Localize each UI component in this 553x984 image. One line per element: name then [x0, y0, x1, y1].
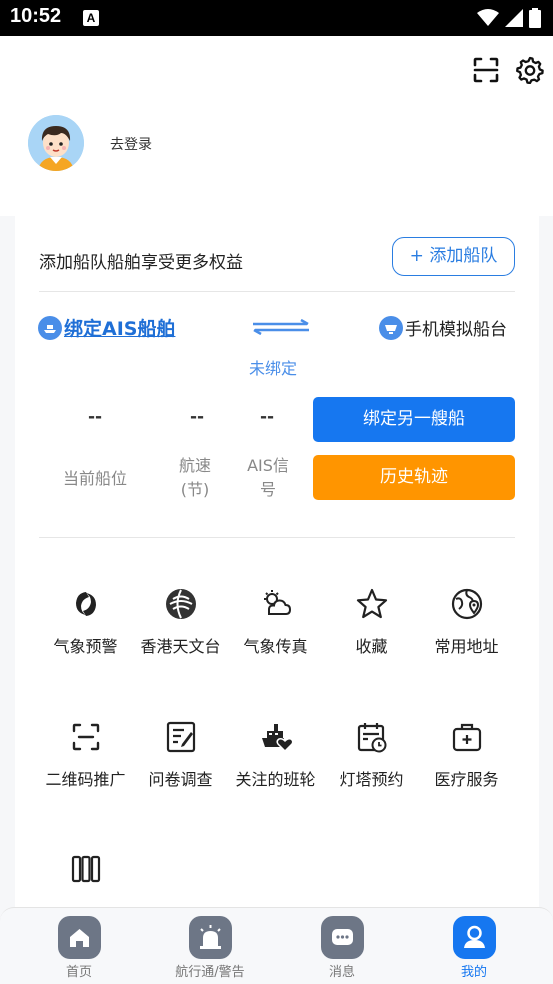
nav-home[interactable]: 首页 — [29, 916, 129, 980]
avatar-image — [28, 115, 84, 171]
status-time: 10:52 — [10, 5, 62, 27]
observatory-icon — [165, 589, 196, 619]
grid-item-survey[interactable]: 问卷调查 — [133, 720, 228, 790]
grid-item-weather-warning[interactable]: 气象预警 — [38, 587, 133, 657]
typhoon-icon — [75, 592, 96, 616]
speed-label: 航速 (节) — [178, 456, 211, 499]
status-bar: 10:52 A — [0, 0, 553, 36]
history-track-button[interactable]: 历史轨迹 — [313, 455, 515, 500]
grid-label: 二维码推广 — [45, 770, 126, 789]
nav-profile[interactable]: 我的 — [424, 916, 524, 980]
grid-item-followed-liners[interactable]: 关注的班轮 — [228, 720, 323, 790]
fleet-promo-text: 添加船队船舶享受更多权益 — [39, 253, 243, 273]
grid-item-more[interactable] — [38, 852, 133, 886]
grid-item-qrcode-promo[interactable]: 二维码推广 — [38, 720, 133, 790]
grid-label: 收藏 — [355, 637, 388, 656]
ais-signal-value: -- — [259, 407, 275, 427]
grid-label: 灯塔预约 — [339, 770, 404, 789]
link-arrows-icon — [253, 319, 309, 335]
nav-messages[interactable]: 消息 — [292, 916, 392, 980]
grid-item-common-address[interactable]: 常用地址 — [419, 587, 514, 657]
position-label: 当前船位 — [62, 469, 127, 488]
notification-icon: A — [83, 10, 99, 26]
divider — [39, 291, 515, 292]
speed-value: -- — [189, 407, 205, 427]
login-link[interactable]: 去登录 — [110, 134, 152, 154]
columns-icon — [71, 855, 100, 883]
bind-status: 未绑定 — [249, 359, 298, 378]
grid-label: 常用地址 — [434, 637, 499, 656]
gear-icon[interactable] — [516, 56, 544, 84]
profile-header — [0, 36, 553, 216]
add-fleet-button[interactable]: + 添加船队 — [392, 237, 515, 276]
grid-label: 问卷调查 — [148, 770, 213, 789]
ship-badge-icon — [38, 315, 62, 340]
qrcode-icon — [72, 723, 99, 751]
grid-label: 气象传真 — [243, 637, 308, 656]
status-icons — [477, 8, 541, 28]
nav-label: 我的 — [460, 965, 487, 980]
grid-label: 医疗服务 — [434, 770, 499, 789]
main-card: 添加船队船舶享受更多权益 + 添加船队 绑定AIS船舶 未绑定 手机模拟船台 -… — [15, 200, 539, 920]
scan-icon[interactable] — [472, 56, 500, 84]
grid-label: 气象预警 — [53, 637, 118, 656]
weather-fax-icon — [263, 590, 291, 615]
bind-ais-label: 绑定AIS船舶 — [64, 318, 176, 340]
nav-label: 航行通/警告 — [175, 965, 245, 980]
grid-item-medical-service[interactable]: 医疗服务 — [419, 720, 514, 790]
ais-signal-label: AIS信 号 — [247, 456, 289, 499]
bind-another-button[interactable]: 绑定另一艘船 — [313, 397, 515, 442]
nav-label: 首页 — [65, 965, 92, 980]
alarm-icon — [188, 916, 232, 959]
nav-label: 消息 — [328, 965, 355, 980]
medical-kit-icon — [452, 723, 481, 752]
survey-icon — [166, 721, 195, 753]
calendar-icon — [357, 723, 386, 753]
grid-item-weather-fax[interactable]: 气象传真 — [228, 587, 323, 657]
grid-label: 香港天文台 — [140, 637, 221, 656]
divider — [39, 537, 515, 538]
star-icon — [356, 588, 387, 619]
ship-heart-icon — [261, 724, 293, 753]
phone-sim-label: 手机模拟船台 — [405, 320, 507, 340]
wifi-icon — [477, 9, 499, 26]
phone-badge-icon — [379, 315, 403, 340]
home-icon — [57, 916, 101, 959]
message-icon — [320, 916, 364, 959]
phone-sim-link[interactable]: 手机模拟船台 — [379, 315, 507, 340]
signal-icon — [505, 9, 523, 27]
bottom-nav: 首页 航行通/警告 消息 我的 — [0, 907, 553, 984]
grid-item-lighthouse-booking[interactable]: 灯塔预约 — [324, 720, 419, 790]
grid-item-hk-observatory[interactable]: 香港天文台 — [133, 587, 228, 657]
globe-pin-icon — [451, 588, 482, 620]
grid-item-favorites[interactable]: 收藏 — [324, 587, 419, 657]
grid-label: 关注的班轮 — [235, 770, 316, 789]
user-icon — [452, 916, 496, 959]
avatar[interactable] — [28, 115, 84, 171]
battery-icon — [529, 8, 541, 28]
bind-ais-link[interactable]: 绑定AIS船舶 — [38, 314, 175, 341]
position-value: -- — [87, 407, 103, 427]
nav-notices[interactable]: 航行通/警告 — [160, 916, 260, 980]
